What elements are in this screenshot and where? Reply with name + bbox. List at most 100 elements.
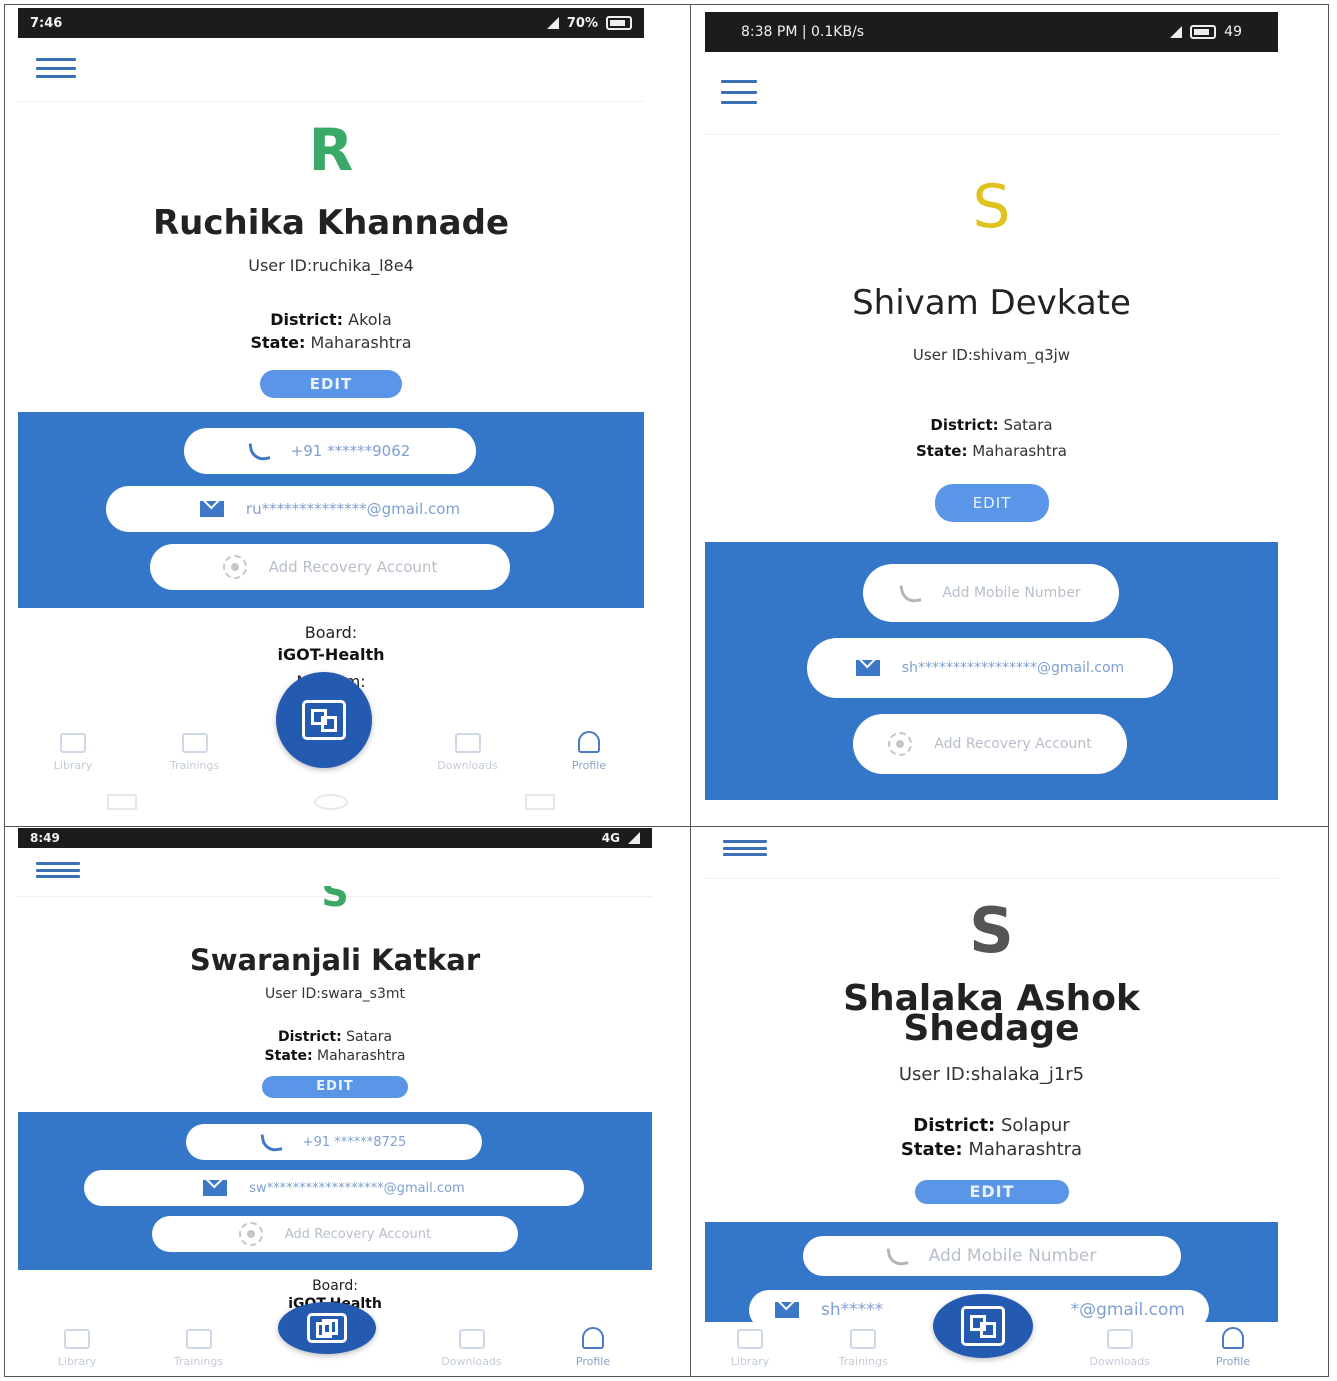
- user-id: User ID:ruchika_l8e4: [248, 256, 414, 275]
- nav-trainings[interactable]: Trainings: [818, 1329, 908, 1368]
- trainings-icon: [181, 733, 208, 753]
- email-field[interactable]: ru**************@gmail.com: [106, 486, 554, 532]
- qr-scan-button[interactable]: [278, 1302, 376, 1354]
- state-value: Maharashtra: [317, 1047, 406, 1064]
- downloads-icon: [1106, 1329, 1133, 1349]
- state-value: Maharashtra: [972, 442, 1067, 461]
- menu-icon[interactable]: [36, 58, 76, 78]
- profile-name-line2: Shedage: [903, 1008, 1080, 1049]
- battery-percent: 70%: [566, 15, 598, 31]
- email-field[interactable]: sh*****************@gmail.com: [807, 638, 1173, 698]
- profile-name: Shivam Devkate: [852, 283, 1131, 323]
- network-type: 4G: [601, 831, 620, 845]
- district-label: District:: [277, 1029, 342, 1045]
- edit-button[interactable]: EDIT: [935, 484, 1049, 522]
- profile-screen-2: 8:38 PM | 0.1KB/s 49 S Shivam Devkate Us…: [705, 12, 1278, 822]
- status-time: 7:46: [30, 15, 63, 31]
- battery-icon: [1190, 25, 1217, 39]
- board-label: Board:: [304, 623, 358, 642]
- home-icon[interactable]: [313, 794, 348, 810]
- add-recovery-account-button[interactable]: Add Recovery Account: [150, 544, 510, 590]
- nav-library[interactable]: Library: [32, 1329, 122, 1368]
- qr-scan-button[interactable]: [933, 1294, 1033, 1358]
- state-label: State:: [900, 1139, 963, 1161]
- battery-percent: 49: [1224, 24, 1242, 40]
- mail-icon: [775, 1302, 799, 1318]
- back-icon[interactable]: [525, 794, 556, 810]
- nav-trainings[interactable]: Trainings: [154, 1329, 244, 1368]
- user-id: User ID:swara_s3mt: [265, 986, 405, 1002]
- phone-placeholder: Add Mobile Number: [942, 585, 1081, 601]
- nav-profile[interactable]: Profile: [1188, 1327, 1278, 1368]
- state-value: Maharashtra: [310, 333, 412, 353]
- location-info: District: Satara State: Maharashtra: [705, 412, 1278, 465]
- board-value: iGOT-Health: [277, 645, 385, 665]
- profile-screen-3: 8:49 4G S Swaranjali Katkar User ID:swar…: [18, 828, 652, 1374]
- recovery-label: Add Recovery Account: [284, 1226, 432, 1242]
- panel-divider-vertical: [690, 4, 691, 1377]
- edit-button[interactable]: EDIT: [262, 1076, 408, 1098]
- phone-field[interactable]: +91 ******9062: [184, 428, 476, 474]
- nav-downloads[interactable]: Downloads: [423, 733, 513, 772]
- menu-icon[interactable]: [36, 862, 80, 878]
- panel-divider-horizontal: [4, 826, 1329, 827]
- nav-profile[interactable]: Profile: [548, 1327, 638, 1368]
- phone-field[interactable]: +91 ******8725: [186, 1124, 482, 1160]
- status-time: 8:49: [30, 831, 60, 845]
- avatar-initial: S: [969, 894, 1014, 967]
- profile-name: Ruchika Khannade: [152, 203, 510, 243]
- board-label: Board:: [312, 1278, 358, 1294]
- recovery-label: Add Recovery Account: [934, 736, 1092, 752]
- district-label: District:: [930, 416, 999, 434]
- status-bar: 8:38 PM | 0.1KB/s 49: [705, 12, 1278, 52]
- menu-icon[interactable]: [721, 80, 757, 104]
- nav-library[interactable]: Library: [28, 733, 118, 772]
- state-value: Maharashtra: [968, 1139, 1083, 1161]
- nav-downloads[interactable]: Downloads: [1075, 1329, 1165, 1368]
- signal-icon: [628, 832, 640, 844]
- recent-apps-icon[interactable]: [106, 794, 137, 810]
- header-divider: [18, 101, 644, 102]
- profile-screen-1: 7:46 70% R Ruchika Khannade User ID:ruch…: [18, 8, 644, 823]
- email-value: sh*****************@gmail.com: [901, 660, 1125, 676]
- nav-profile[interactable]: Profile: [544, 731, 634, 772]
- battery-icon: [606, 16, 632, 30]
- nav-trainings[interactable]: Trainings: [150, 733, 240, 772]
- user-id: User ID:shivam_q3jw: [912, 346, 1071, 364]
- library-icon: [64, 1329, 90, 1349]
- add-mobile-number-field[interactable]: Add Mobile Number: [863, 564, 1119, 622]
- library-icon: [737, 1329, 763, 1349]
- trainings-icon: [185, 1329, 212, 1349]
- qr-scan-icon: [307, 1313, 347, 1343]
- qr-scan-button[interactable]: [276, 672, 372, 768]
- edit-button[interactable]: EDIT: [915, 1180, 1069, 1204]
- state-label: State:: [264, 1047, 313, 1064]
- menu-icon[interactable]: [723, 840, 767, 856]
- phone-icon: [899, 581, 922, 605]
- nav-downloads[interactable]: Downloads: [427, 1329, 517, 1368]
- district-value: Satara: [346, 1029, 393, 1045]
- phone-value: +91 ******8725: [302, 1134, 407, 1150]
- add-mobile-number-field[interactable]: Add Mobile Number: [803, 1236, 1181, 1276]
- profile-icon: [1222, 1327, 1244, 1349]
- email-value: ru**************@gmail.com: [245, 500, 461, 518]
- status-time: 8:38 PM | 0.1KB/s: [741, 24, 865, 40]
- email-field[interactable]: sw******************@gmail.com: [84, 1170, 584, 1206]
- recovery-icon: [888, 732, 913, 756]
- status-bar: 8:49 4G: [18, 828, 652, 848]
- add-recovery-account-button[interactable]: Add Recovery Account: [152, 1216, 518, 1252]
- phone-icon: [248, 439, 271, 463]
- location-info: District: Satara State: Maharashtra: [18, 1028, 652, 1066]
- header-divider: [705, 878, 1278, 879]
- downloads-icon: [454, 733, 481, 753]
- state-label: State:: [250, 333, 306, 353]
- nav-library[interactable]: Library: [705, 1329, 795, 1368]
- state-label: State:: [916, 442, 968, 461]
- district-label: District:: [270, 310, 344, 329]
- edit-button[interactable]: EDIT: [260, 370, 402, 398]
- add-recovery-account-button[interactable]: Add Recovery Account: [853, 714, 1127, 774]
- status-bar: 7:46 70%: [18, 8, 644, 38]
- recovery-icon: [222, 555, 247, 579]
- profile-screen-4: S Shalaka Ashok Shedage User ID:shalaka_…: [705, 830, 1278, 1374]
- profile-name: Shalaka Ashok Shedage: [705, 981, 1278, 1049]
